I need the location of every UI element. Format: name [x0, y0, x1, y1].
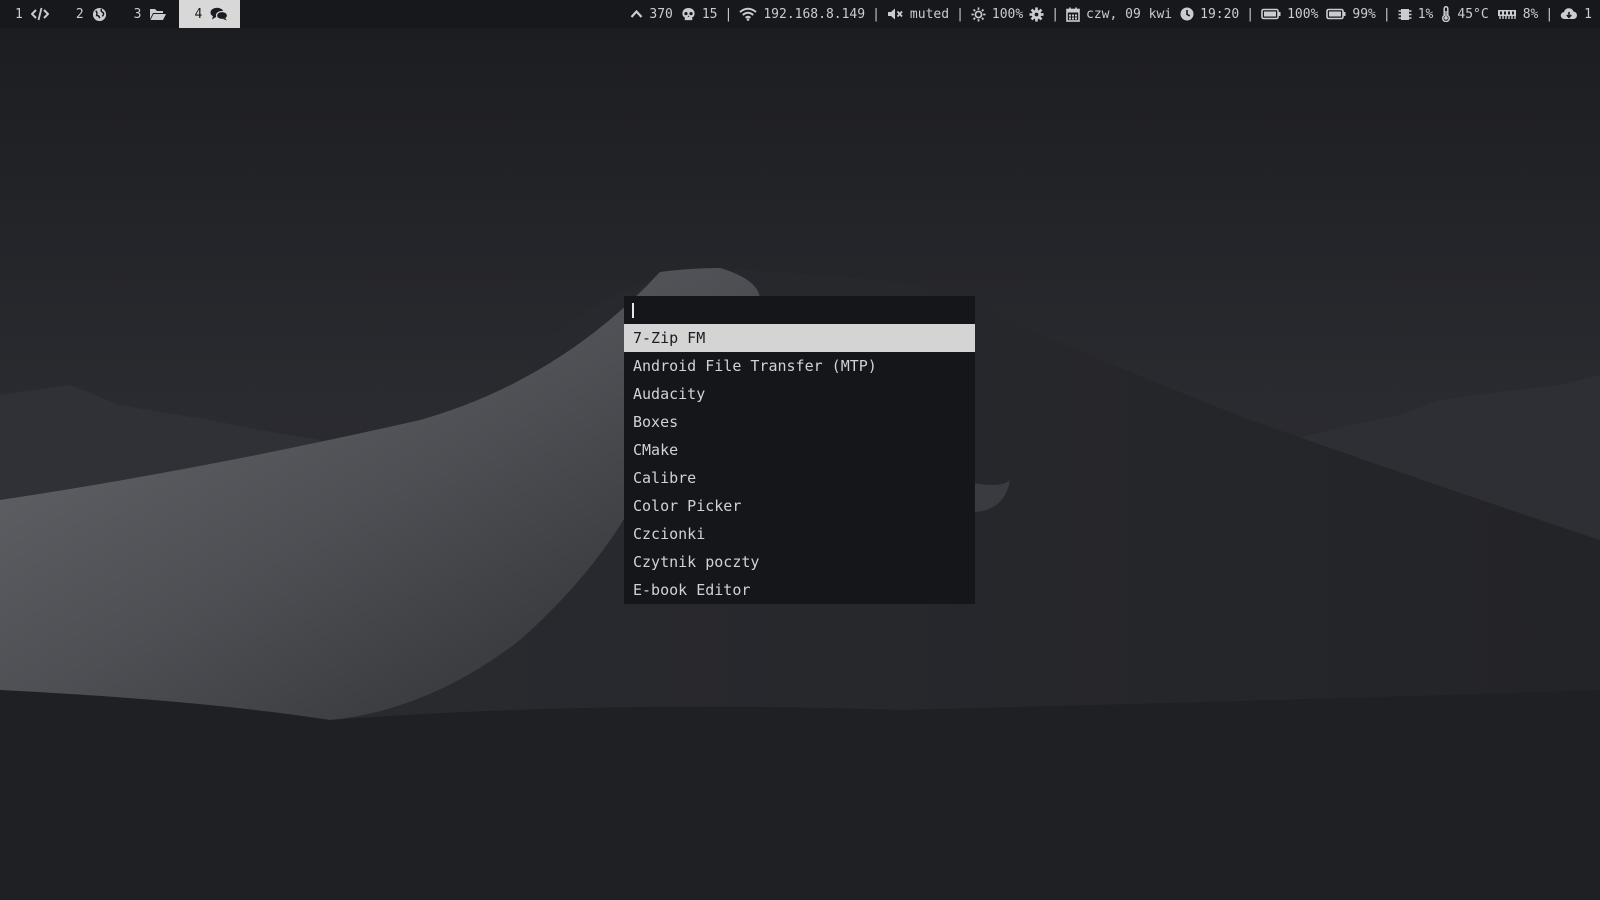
brightness-module[interactable]: 100%	[967, 7, 1048, 22]
launcher-result-item[interactable]: 7-Zip FM	[624, 324, 975, 352]
thermometer-icon	[1441, 6, 1451, 22]
time-text: 19:20	[1200, 6, 1240, 22]
workspace-number: 1	[15, 6, 23, 22]
text-cursor	[632, 302, 634, 318]
workspace-1[interactable]: 1	[0, 0, 61, 28]
separator: |	[872, 6, 880, 22]
memory-usage: 8%	[1522, 6, 1539, 22]
launcher-result-item[interactable]: CMake	[624, 436, 975, 464]
cloud-count: 1	[1584, 6, 1592, 22]
workspace-switcher: 1 2 3 4	[0, 0, 241, 28]
updates-count: 370	[649, 6, 673, 22]
launcher-result-item[interactable]: Czcionki	[624, 520, 975, 548]
chevron-up-icon	[630, 9, 643, 19]
app-launcher: 7-Zip FM Android File Transfer (MTP) Aud…	[624, 296, 975, 604]
gear-icon[interactable]	[1029, 6, 1044, 22]
launcher-search-input[interactable]	[636, 296, 966, 324]
memory-icon	[1497, 8, 1517, 20]
wifi-icon	[739, 7, 757, 21]
battery-full-icon	[1261, 8, 1281, 20]
status-modules: 370 15 | 192.168.8.149 | muted | 100% | …	[626, 0, 1600, 28]
workspace-number: 4	[194, 6, 203, 22]
separator: |	[1382, 6, 1391, 22]
battery-2-level: 99%	[1352, 6, 1376, 22]
folder-open-icon	[149, 7, 167, 21]
memory-module[interactable]: 8%	[1493, 7, 1543, 22]
volume-module[interactable]: muted	[883, 7, 953, 22]
updates-module[interactable]: 370	[626, 7, 676, 22]
battery-1-level: 100%	[1287, 6, 1319, 22]
battery-2-module[interactable]: 99%	[1322, 7, 1379, 22]
network-module[interactable]: 192.168.8.149	[735, 7, 869, 22]
calendar-icon	[1066, 7, 1080, 22]
launcher-result-item[interactable]: Audacity	[624, 380, 975, 408]
workspace-number: 2	[75, 6, 84, 22]
volume-mute-icon	[887, 7, 904, 21]
launcher-result-item[interactable]: E-book Editor	[624, 576, 975, 604]
battery-1-module[interactable]: 100%	[1257, 7, 1322, 22]
date-module[interactable]: czw, 09 kwi	[1062, 7, 1176, 22]
battery-full-icon	[1326, 8, 1346, 20]
separator: |	[956, 6, 964, 22]
cpu-module[interactable]: 1%	[1394, 7, 1438, 22]
clock-module[interactable]: 19:20	[1176, 7, 1243, 22]
temperature-module[interactable]: 45°C	[1437, 6, 1492, 22]
launcher-result-item[interactable]: Boxes	[624, 408, 975, 436]
launcher-results: 7-Zip FM Android File Transfer (MTP) Aud…	[624, 324, 975, 604]
launcher-result-item[interactable]: Calibre	[624, 464, 975, 492]
separator: |	[724, 6, 733, 22]
separator: |	[1051, 6, 1060, 22]
separator: |	[1246, 6, 1255, 22]
cloud-download-icon	[1560, 7, 1578, 21]
workspace-2[interactable]: 2	[61, 0, 119, 28]
skull-count: 15	[701, 6, 718, 22]
clock-icon	[1180, 7, 1194, 21]
workspace-4[interactable]: 4	[179, 0, 241, 28]
volume-status: muted	[909, 6, 950, 22]
globe-icon	[92, 7, 107, 22]
launcher-result-item[interactable]: Color Picker	[624, 492, 975, 520]
chat-bubbles-icon	[210, 7, 229, 21]
skull-module[interactable]: 15	[677, 7, 722, 22]
launcher-result-item[interactable]: Android File Transfer (MTP)	[624, 352, 975, 380]
workspace-number: 3	[133, 6, 142, 22]
workspace-3[interactable]: 3	[119, 0, 180, 28]
cloud-module[interactable]: 1	[1556, 7, 1596, 22]
skull-icon	[681, 7, 696, 22]
code-icon	[30, 7, 49, 21]
top-status-bar: 1 2 3 4 370 15 | 192.168.8.149 | muted |…	[0, 0, 1600, 28]
ip-address: 192.168.8.149	[763, 6, 866, 22]
launcher-search-field[interactable]	[624, 296, 975, 324]
brightness-level: 100%	[991, 6, 1024, 22]
temperature-value: 45°C	[1457, 6, 1489, 22]
brightness-icon	[971, 6, 986, 22]
cpu-usage: 1%	[1417, 6, 1434, 22]
cpu-icon	[1398, 7, 1412, 22]
date-text: czw, 09 kwi	[1086, 6, 1173, 22]
launcher-result-item[interactable]: Czytnik poczty	[624, 548, 975, 576]
separator: |	[1545, 6, 1554, 22]
